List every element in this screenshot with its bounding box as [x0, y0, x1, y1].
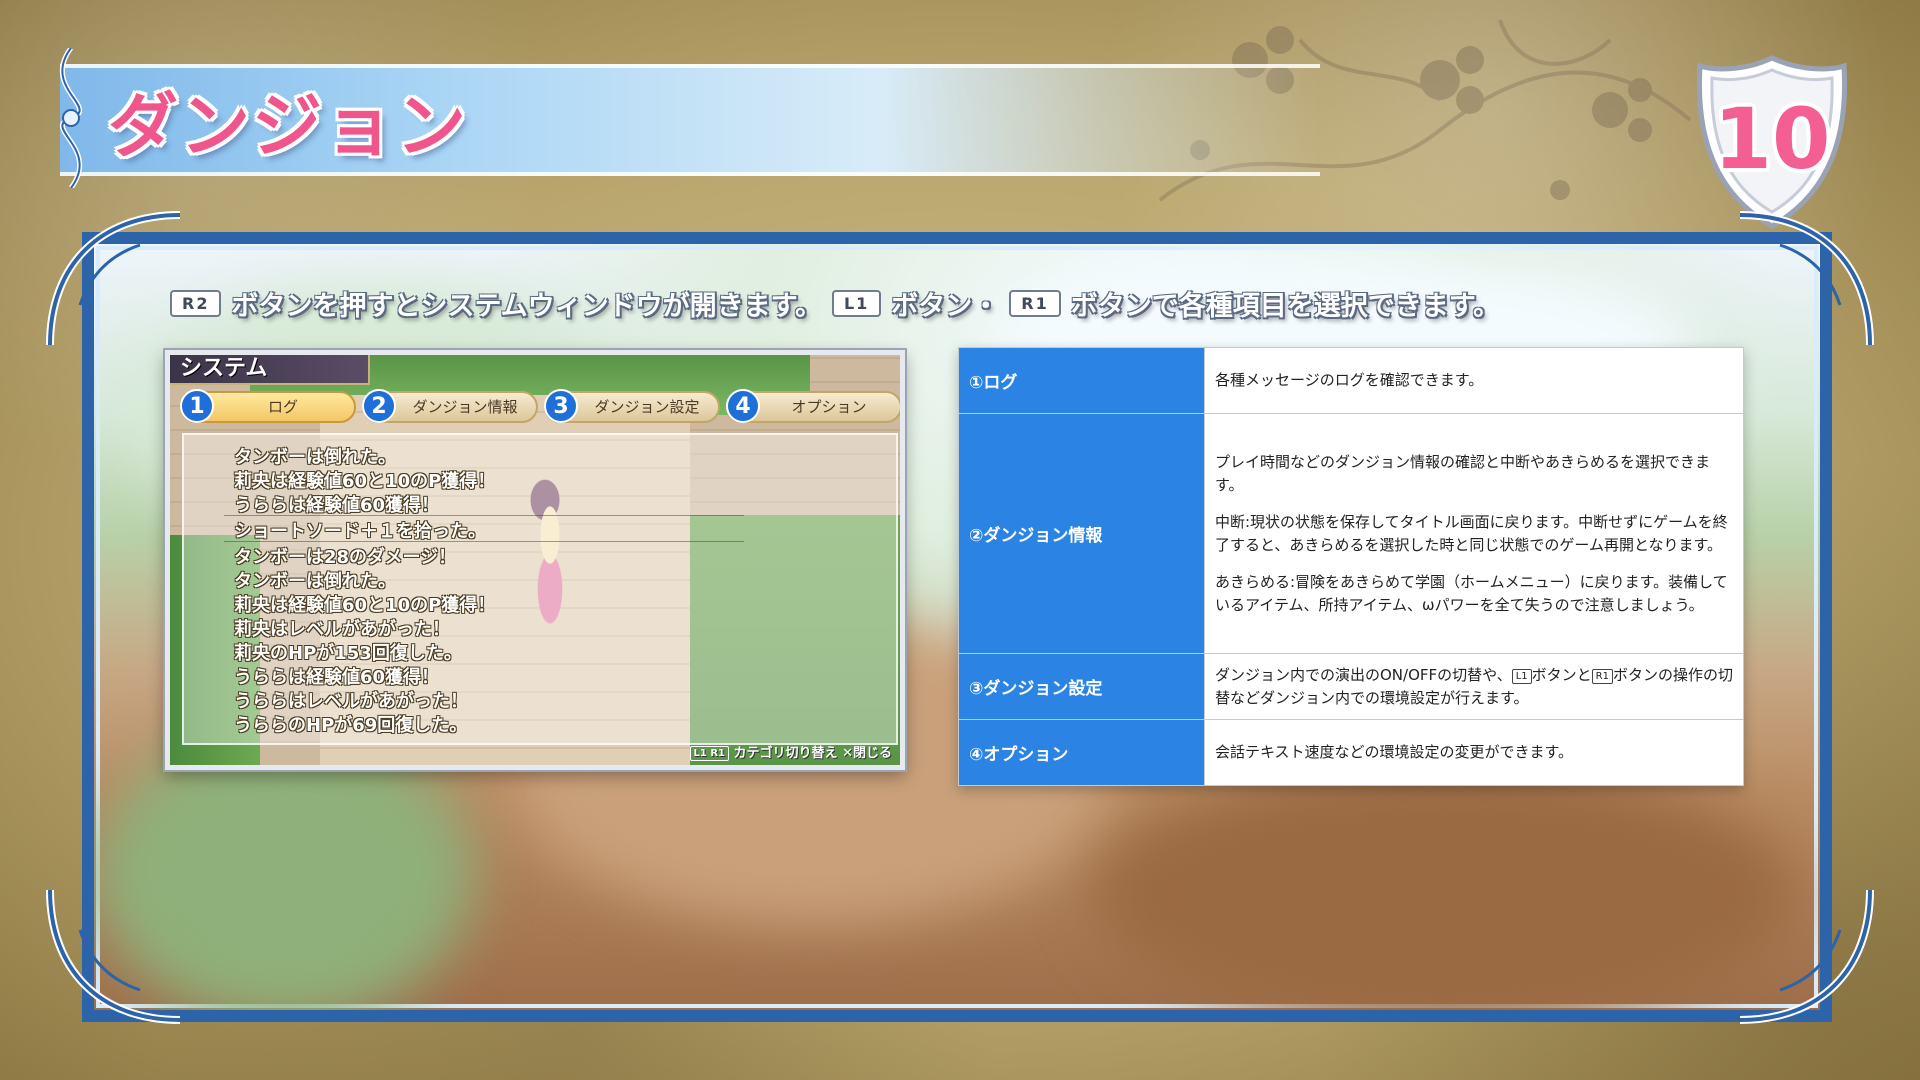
- close-label[interactable]: ✕閉じる: [842, 746, 892, 761]
- tab-label: オプション: [791, 398, 867, 416]
- tab-number: 2: [362, 389, 396, 423]
- row-text: プレイ時間などのダンジョン情報の確認と中断やあきらめるを選択できます。: [1215, 452, 1711, 494]
- tab-options[interactable]: 4 オプション: [726, 389, 900, 423]
- log-line: 莉央はレベルがあがった！: [234, 619, 450, 640]
- row-text: 会話テキスト速度などの環境設定の変更ができます。: [1215, 743, 1574, 761]
- instruction-part-2: ボタン・: [891, 290, 1000, 322]
- corner-ornament-icon: [46, 889, 181, 1024]
- row-head-log: ①ログ: [958, 347, 1205, 414]
- tab-label: ダンジョン設定: [594, 398, 700, 416]
- l1-button-badge: L1: [1511, 668, 1532, 684]
- tab-log[interactable]: 1 ログ: [180, 389, 356, 423]
- corner-ornament-icon: [1739, 889, 1874, 1024]
- log-line: 莉央のHPが153回復した。: [234, 643, 462, 664]
- log-line: タンボーは倒れた。: [234, 447, 396, 468]
- row-body: 各種メッセージのログを確認できます。: [1204, 347, 1744, 414]
- log-line: 莉央は経験値60と10のP獲得！: [234, 595, 496, 616]
- log-line: うららは経験値60獲得！: [234, 667, 440, 688]
- r1-button-badge: R1: [1591, 668, 1613, 684]
- row-text: ボタンと: [1531, 665, 1592, 684]
- tab-label: ダンジョン情報: [412, 398, 518, 416]
- log-line: うららは経験値60獲得！: [234, 495, 440, 516]
- row-head-dungeon-settings: ③ダンジョン設定: [958, 653, 1205, 720]
- bg-deck: [1094, 764, 1794, 1010]
- row-text: ダンジョン内での演出のON/OFFの切替や、: [1215, 665, 1512, 684]
- log-line: 莉央は経験値60と10のP獲得！: [234, 471, 496, 492]
- table-row: ①ログ 各種メッセージのログを確認できます。: [958, 347, 1744, 414]
- category-switch-label: カテゴリ切り替え: [733, 746, 838, 761]
- page-title: ダンジョン: [108, 85, 468, 167]
- row-head-dungeon-info: ②ダンジョン情報: [958, 413, 1205, 654]
- tab-number: 4: [726, 389, 760, 423]
- game-screenshot: システム 1 ログ 2 ダンジョン情報 3 ダンジョン設定 4 オプション タン…: [165, 350, 905, 770]
- tab-dungeon-info[interactable]: 2 ダンジョン情報: [362, 389, 538, 423]
- log-line: うららのHPが69回復した。: [234, 715, 468, 736]
- system-tabs: 1 ログ 2 ダンジョン情報 3 ダンジョン設定 4 オプション: [180, 389, 900, 423]
- row-text: あきらめる:冒険をあきらめて学園（ホームメニュー）に戻ります。装備しているアイテ…: [1215, 572, 1728, 614]
- instruction-part-3: ボタンで各種項目を選択できます。: [1070, 290, 1501, 322]
- info-table: ①ログ 各種メッセージのログを確認できます。 ②ダンジョン情報 プレイ時間などの…: [958, 347, 1744, 786]
- corner-ornament-icon: [1739, 211, 1874, 346]
- r1-button-badge: R1: [1009, 289, 1061, 317]
- footer-hint: L1 R1 カテゴリ切り替え ✕閉じる: [689, 742, 892, 761]
- row-text: 各種メッセージのログを確認できます。: [1215, 371, 1484, 389]
- corner-ornament-icon: [46, 211, 181, 346]
- log-separator: [224, 515, 744, 516]
- tab-dungeon-settings[interactable]: 3 ダンジョン設定: [544, 389, 720, 423]
- log-panel[interactable]: タンボーは倒れた。 莉央は経験値60と10のP獲得！ うららは経験値60獲得！ …: [182, 433, 898, 745]
- flourish-ornament-icon: [59, 48, 83, 188]
- log-line: うららはレベルがあがった！: [234, 691, 468, 712]
- system-window-header: システム: [170, 355, 370, 385]
- instruction-part-1: ボタンを押すとシステムウィンドウが開きます。: [231, 290, 822, 322]
- page-number: 10: [1713, 90, 1831, 188]
- category-button-badges: L1 R1: [689, 746, 730, 761]
- row-head-options: ④オプション: [958, 719, 1205, 786]
- l1-button-badge: L1: [831, 289, 882, 317]
- row-body: 会話テキスト速度などの環境設定の変更ができます。: [1204, 719, 1744, 786]
- table-row: ④オプション 会話テキスト速度などの環境設定の変更ができます。: [958, 719, 1744, 786]
- log-separator: [224, 541, 744, 542]
- table-row: ②ダンジョン情報 プレイ時間などのダンジョン情報の確認と中断やあきらめるを選択で…: [958, 413, 1744, 654]
- row-text: 中断:現状の状態を保存してタイトル画面に戻ります。中断せずにゲームを終了すると、…: [1215, 512, 1728, 554]
- tab-number: 1: [180, 389, 214, 423]
- log-line: タンボーは28のダメージ！: [234, 547, 457, 568]
- row-body: プレイ時間などのダンジョン情報の確認と中断やあきらめるを選択できます。 中断:現…: [1204, 413, 1744, 654]
- tab-label: ログ: [267, 398, 298, 416]
- log-line: ショートソード＋１を拾った。: [234, 521, 486, 542]
- row-body: ダンジョン内での演出のON/OFFの切替や、 L1 ボタンと R1 ボタンの操作の切替な…: [1204, 653, 1744, 720]
- instruction-text: R2 ボタンを押すとシステムウィンドウが開きます。 L1 ボタン・ R1 ボタン…: [166, 283, 1500, 323]
- table-row: ③ダンジョン設定 ダンジョン内での演出のON/OFFの切替や、 L1 ボタンと R1 ボ…: [958, 653, 1744, 720]
- log-line: タンボーは倒れた。: [234, 571, 396, 592]
- tab-number: 3: [544, 389, 578, 423]
- r2-button-badge: R2: [170, 289, 222, 317]
